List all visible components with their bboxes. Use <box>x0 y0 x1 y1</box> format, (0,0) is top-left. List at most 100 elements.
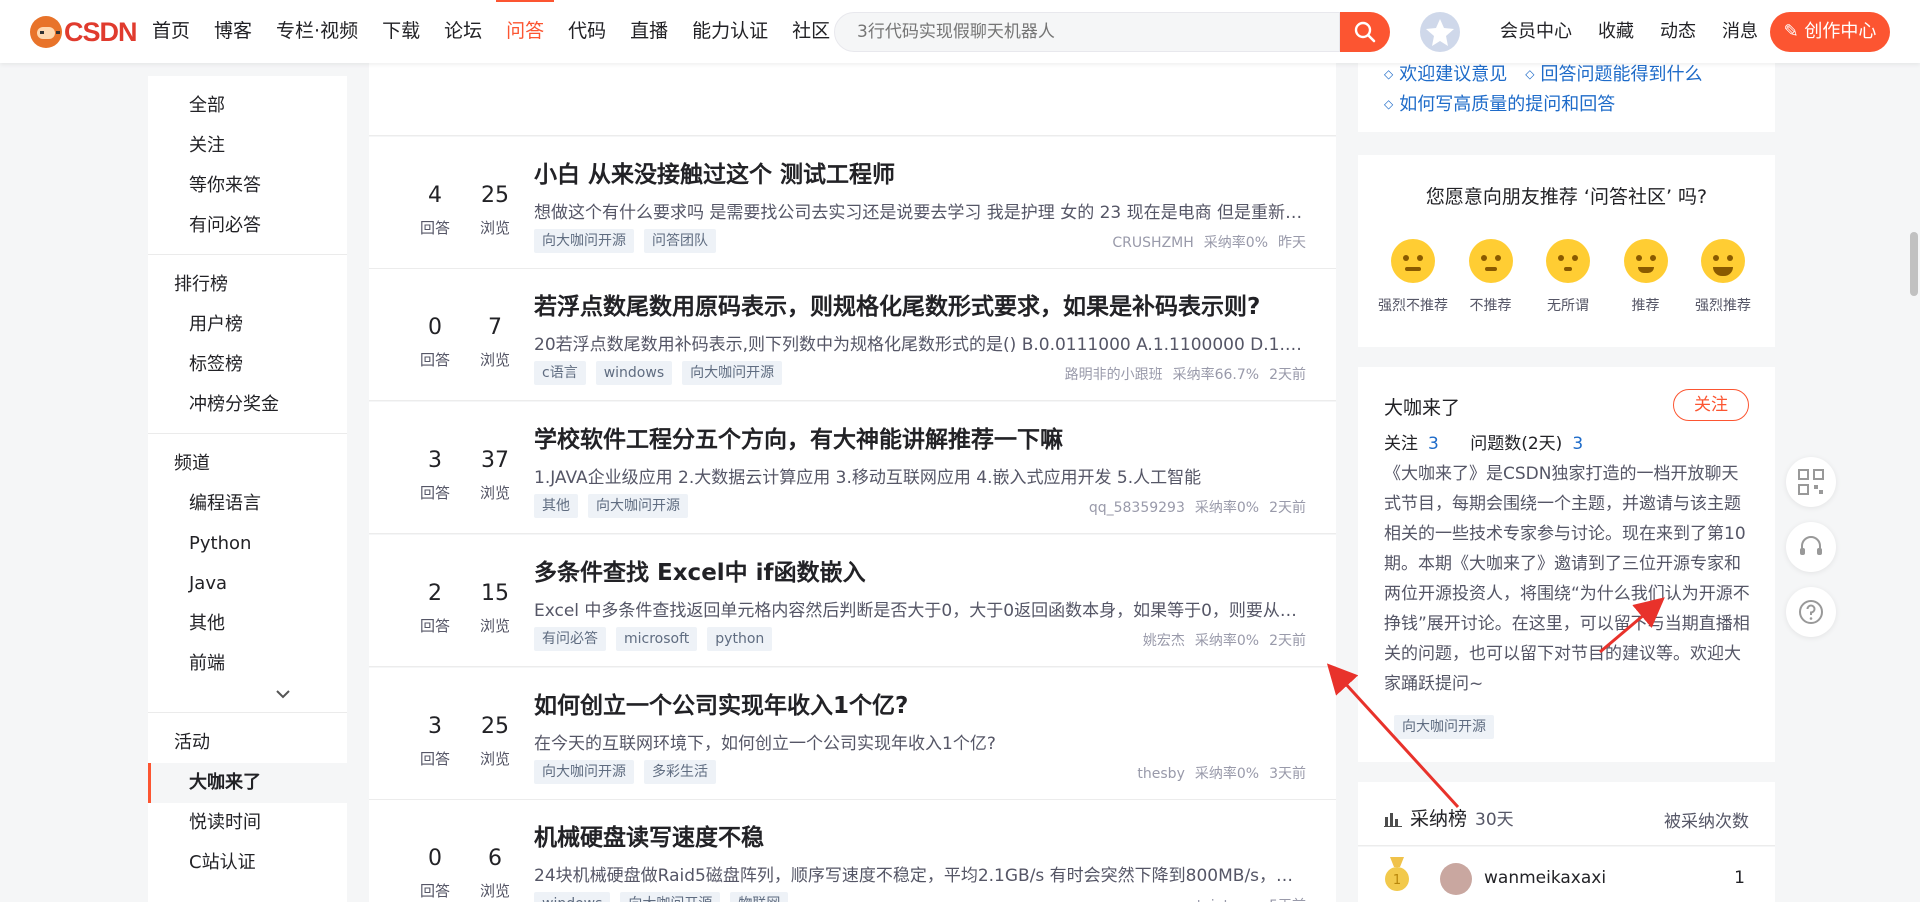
sidebar-item-bonus[interactable]: 冲榜分奖金 <box>148 385 347 425</box>
question-author[interactable]: qq_58359293 <box>1089 500 1185 516</box>
ranking-row[interactable]: 1 wanmeikaxaxi 1 <box>1358 847 1775 902</box>
question-title[interactable]: 多条件查找 Excel中 if函数嵌入 <box>534 553 866 587</box>
option-not[interactable]: 不推荐 <box>1454 239 1528 315</box>
nav-home[interactable]: 首页 <box>152 0 190 63</box>
question-tag[interactable]: 向大咖问开源 <box>588 494 688 518</box>
pen-icon: ✎ <box>1783 21 1799 42</box>
question-tag[interactable]: windows <box>534 892 611 902</box>
question-tag[interactable]: 其他 <box>534 494 578 518</box>
tip-link-how-to-write[interactable]: ◇ 如何写高质量的提问和回答 <box>1384 90 1615 116</box>
qrcode-button[interactable] <box>1786 457 1836 507</box>
question-item[interactable]: 0 回答 6 浏览 机械硬盘读写速度不稳 24块机械硬盘做Raid5磁盘阵列，顺序写速度不… <box>369 800 1336 902</box>
question-item[interactable]: 3 回答 37 浏览 学校软件工程分五个方向，有大神能讲解推荐一下嘛 1.JAVA企业级应… <box>369 402 1336 534</box>
nav-live[interactable]: 直播 <box>630 0 668 63</box>
nav-forum[interactable]: 论坛 <box>444 0 482 63</box>
sidebar-item-other[interactable]: 其他 <box>148 604 347 644</box>
help-button[interactable] <box>1786 587 1836 637</box>
dakalaile-card: 大咖来了 关注 关注 3 问题数(2天) 3 《大咖来了》是CSDN独家打造的一档开… <box>1358 367 1775 762</box>
follow-button[interactable]: 关注 <box>1673 389 1749 421</box>
question-item[interactable]: 4 回答 25 浏览 小白 从来没接触过这个 测试工程师 想做这个有什么要求吗 是需要找公… <box>369 137 1336 269</box>
question-item[interactable]: 0 回答 7 浏览 若浮点数尾数用原码表示，则规格化尾数形式要求，如果是补码表示则? 20… <box>369 269 1336 401</box>
favorites-link[interactable]: 收藏 <box>1598 0 1634 63</box>
sidebar-item-reading-time[interactable]: 悦读时间 <box>148 803 347 843</box>
chevron-down-icon <box>275 690 290 699</box>
question-title[interactable]: 小白 从来没接触过这个 测试工程师 <box>534 155 895 189</box>
question-tag[interactable]: 物联网 <box>730 892 789 902</box>
option-strongly-recommend[interactable]: 强烈推荐 <box>1686 239 1760 315</box>
option-recommend[interactable]: 推荐 <box>1609 239 1683 315</box>
sidebar-item-frontend[interactable]: 前端 <box>148 644 347 684</box>
sidebar-item-programming[interactable]: 编程语言 <box>148 484 347 524</box>
question-summary: 20若浮点数尾数用补码表示,则下列数中为规格化尾数形式的是() B.0.0111… <box>534 335 1310 355</box>
question-author[interactable]: CRUSHZMH <box>1112 235 1193 251</box>
nav-qa[interactable]: 问答 <box>496 0 555 63</box>
search-input[interactable] <box>835 13 1339 51</box>
option-strongly-not[interactable]: 强烈不推荐 <box>1376 239 1450 315</box>
option-label: 强烈不推荐 <box>1378 298 1448 314</box>
csdn-logo[interactable]: CSDN <box>30 16 138 48</box>
follow-count: 3 <box>1428 434 1439 454</box>
vip-center-link[interactable]: 会员中心 <box>1500 0 1572 63</box>
question-time: 2天前 <box>1269 500 1306 516</box>
question-tag[interactable]: 有问必答 <box>534 627 606 651</box>
rank-user-avatar[interactable] <box>1440 863 1472 895</box>
nav-blog[interactable]: 博客 <box>214 0 252 63</box>
question-author[interactable]: thesby <box>1137 766 1184 782</box>
customer-service-button[interactable] <box>1786 522 1836 572</box>
diamond-icon: ◇ <box>1525 67 1535 81</box>
sidebar-item-waiting[interactable]: 等你来答 <box>148 166 347 206</box>
tip-link-feedback[interactable]: ◇ 欢迎建议意见 <box>1384 60 1507 86</box>
question-tag[interactable]: microsoft <box>616 627 698 651</box>
sidebar-item-following[interactable]: 关注 <box>148 126 347 166</box>
create-center-button[interactable]: ✎ 创作中心 <box>1770 12 1890 52</box>
nav-certification[interactable]: 能力认证 <box>692 0 768 63</box>
question-title[interactable]: 如何创立一个公司实现年收入1个亿? <box>534 686 908 720</box>
sidebar-item-python[interactable]: Python <box>148 524 347 564</box>
expand-channels-button[interactable] <box>148 684 347 708</box>
question-tag[interactable]: python <box>707 627 773 651</box>
dakalaile-tag[interactable]: 向大咖问开源 <box>1394 715 1494 739</box>
user-avatar[interactable] <box>1420 12 1460 52</box>
nav-download[interactable]: 下载 <box>382 0 420 63</box>
answer-label: 回答 <box>419 750 450 768</box>
question-tag[interactable]: 向大咖问开源 <box>620 892 721 902</box>
question-author[interactable]: mountaintwo <box>1157 898 1249 902</box>
nav-community[interactable]: 社区 <box>792 0 830 63</box>
question-tag[interactable]: windows <box>595 361 673 385</box>
sidebar-item-c-cert[interactable]: C站认证 <box>148 843 347 883</box>
question-tag[interactable]: 问答团队 <box>644 229 716 253</box>
diamond-icon: ◇ <box>1384 67 1394 81</box>
page-scrollbar[interactable] <box>1910 232 1918 296</box>
question-title[interactable]: 机械硬盘读写速度不稳 <box>534 818 764 852</box>
sidebar-item-must-answer[interactable]: 有问必答 <box>148 206 347 246</box>
messages-link[interactable]: 消息 <box>1722 0 1758 63</box>
option-neutral[interactable]: 无所谓 <box>1531 239 1605 315</box>
question-tag[interactable]: 向大咖问开源 <box>682 361 783 385</box>
tip-link-rewards[interactable]: ◇ 回答问题能得到什么 <box>1525 60 1702 86</box>
question-title[interactable]: 若浮点数尾数用原码表示，则规格化尾数形式要求，如果是补码表示则? <box>534 287 1260 321</box>
neutral-face-icon <box>1546 239 1590 283</box>
question-tag[interactable]: 向大咖问开源 <box>534 760 634 784</box>
question-title[interactable]: 学校软件工程分五个方向，有大神能讲解推荐一下嘛 <box>534 420 1063 454</box>
rank-username[interactable]: wanmeikaxaxi <box>1484 868 1606 888</box>
question-tag[interactable]: 多彩生活 <box>644 760 716 784</box>
ranking-title: 采纳榜 <box>1410 808 1468 830</box>
question-tag[interactable]: 向大咖问开源 <box>534 229 634 253</box>
logo-text: CSDN <box>64 16 138 47</box>
question-tag[interactable]: c语言 <box>534 361 586 385</box>
question-item[interactable]: 3 回答 25 浏览 如何创立一个公司实现年收入1个亿? 在今天的互联网环境下，如何创立一… <box>369 668 1336 800</box>
sidebar-item-tag-rank[interactable]: 标签榜 <box>148 345 347 385</box>
question-author[interactable]: 姚宏杰 <box>1143 633 1185 649</box>
nav-code[interactable]: 代码 <box>568 0 606 63</box>
sidebar-item-user-rank[interactable]: 用户榜 <box>148 305 347 345</box>
question-mark-icon <box>1799 600 1823 624</box>
question-item[interactable]: 2 回答 15 浏览 多条件查找 Excel中 if函数嵌入 Excel 中多条件查找返回… <box>369 535 1336 667</box>
sidebar-item-java[interactable]: Java <box>148 564 347 604</box>
search-button[interactable] <box>1340 12 1390 52</box>
sidebar-item-all[interactable]: 全部 <box>148 86 347 126</box>
question-author[interactable]: 路明非的小跟班 <box>1065 367 1163 383</box>
activity-link[interactable]: 动态 <box>1660 0 1696 63</box>
nav-column-video[interactable]: 专栏·视频 <box>276 0 358 63</box>
logo-mascot-icon <box>30 16 62 48</box>
sidebar-item-dakalaile[interactable]: 大咖来了 <box>148 763 347 803</box>
